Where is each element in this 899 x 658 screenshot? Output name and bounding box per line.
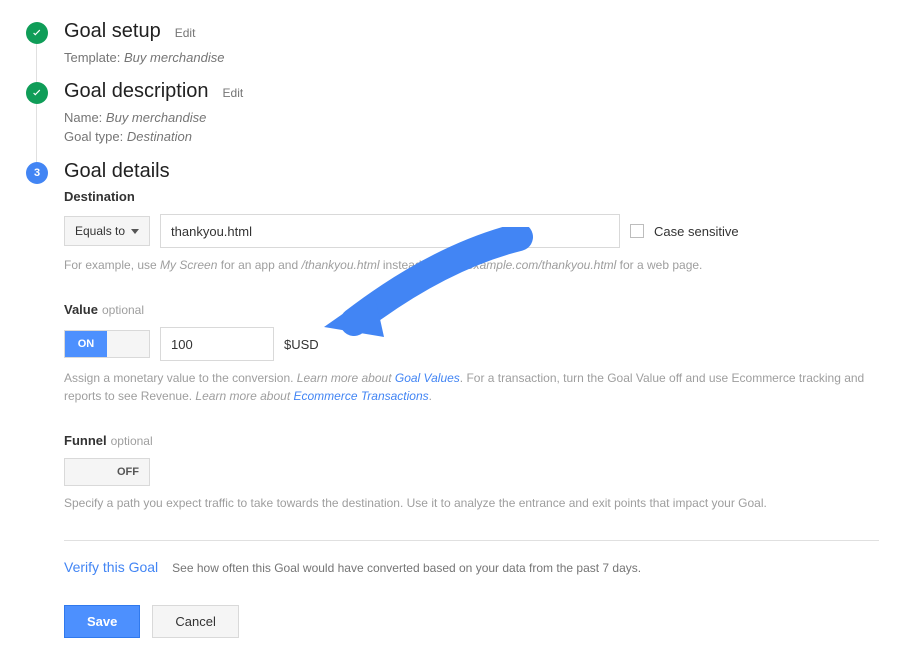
- verify-row: Verify this Goal See how often this Goal…: [64, 559, 879, 575]
- goal-values-link[interactable]: Goal Values: [395, 371, 460, 385]
- cancel-button[interactable]: Cancel: [152, 605, 238, 638]
- funnel-hint: Specify a path you expect traffic to tak…: [64, 494, 879, 512]
- value-hint: Assign a monetary value to the conversio…: [64, 369, 879, 405]
- check-icon: [26, 22, 48, 44]
- check-icon: [26, 82, 48, 104]
- value-label: Valueoptional: [64, 302, 879, 317]
- value-amount-input[interactable]: [160, 327, 274, 361]
- funnel-section: Funneloptional OFF Specify a path you ex…: [64, 433, 879, 512]
- verify-desc: See how often this Goal would have conve…: [172, 561, 641, 575]
- match-type-select[interactable]: Equals to: [64, 216, 150, 246]
- destination-label: Destination: [64, 189, 879, 204]
- ecommerce-transactions-link[interactable]: Ecommerce Transactions: [293, 389, 428, 403]
- goal-setup-meta: Template: Buy merchandise: [64, 49, 879, 68]
- destination-section: Destination Equals to Case sensitive For…: [64, 189, 879, 274]
- edit-setup-link[interactable]: Edit: [175, 26, 196, 40]
- chevron-down-icon: [131, 229, 139, 234]
- save-button[interactable]: Save: [64, 605, 140, 638]
- value-section: Valueoptional ON $USD Assign a monetary …: [64, 302, 879, 405]
- destination-input[interactable]: [160, 214, 620, 248]
- case-sensitive-checkbox[interactable]: [630, 224, 644, 238]
- goal-setup-title: Goal setup: [64, 20, 161, 43]
- goal-description-title: Goal description: [64, 80, 209, 103]
- edit-description-link[interactable]: Edit: [223, 86, 244, 100]
- step-goal-details: 3 Goal details Destination Equals to Cas…: [24, 160, 879, 638]
- verify-goal-link[interactable]: Verify this Goal: [64, 559, 158, 575]
- value-toggle[interactable]: ON: [64, 330, 150, 358]
- funnel-label: Funneloptional: [64, 433, 879, 448]
- goal-details-title: Goal details: [64, 160, 170, 183]
- goal-description-meta: Name: Buy merchandise Goal type: Destina…: [64, 109, 879, 147]
- case-sensitive-label: Case sensitive: [654, 224, 739, 239]
- funnel-toggle[interactable]: OFF: [64, 458, 150, 486]
- value-currency: $USD: [284, 337, 319, 352]
- divider: [64, 540, 879, 541]
- destination-hint: For example, use My Screen for an app an…: [64, 256, 879, 274]
- step-number-badge: 3: [26, 162, 48, 184]
- step-goal-description: Goal description Edit Name: Buy merchand…: [24, 80, 879, 160]
- step-goal-setup: Goal setup Edit Template: Buy merchandis…: [24, 20, 879, 80]
